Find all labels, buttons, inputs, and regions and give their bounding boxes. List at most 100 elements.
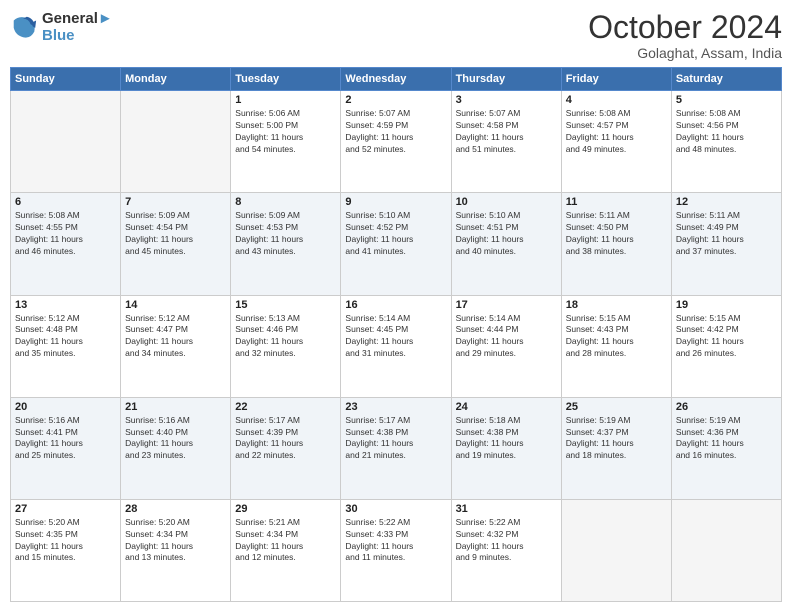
- day-number: 5: [676, 94, 777, 106]
- calendar-week-row: 20 Sunrise: 5:16 AMSunset: 4:41 PMDayligh…: [11, 397, 782, 499]
- header: General► Blue October 2024 Golaghat, Ass…: [10, 10, 782, 61]
- day-number: 8: [235, 196, 336, 208]
- day-info: Sunrise: 5:11 AMSunset: 4:49 PMDaylight:…: [676, 210, 777, 258]
- day-number: 24: [456, 401, 557, 413]
- day-number: 19: [676, 299, 777, 311]
- calendar-table: SundayMondayTuesdayWednesdayThursdayFrid…: [10, 67, 782, 602]
- logo-text: General► Blue: [42, 10, 113, 44]
- day-number: 30: [345, 503, 446, 515]
- day-info: Sunrise: 5:19 AMSunset: 4:36 PMDaylight:…: [676, 415, 777, 463]
- calendar-header-saturday: Saturday: [671, 68, 781, 91]
- calendar-header-tuesday: Tuesday: [231, 68, 341, 91]
- day-info: Sunrise: 5:11 AMSunset: 4:50 PMDaylight:…: [566, 210, 667, 258]
- calendar-cell: 3 Sunrise: 5:07 AMSunset: 4:58 PMDaylight…: [451, 91, 561, 193]
- day-number: 28: [125, 503, 226, 515]
- day-info: Sunrise: 5:09 AMSunset: 4:53 PMDaylight:…: [235, 210, 336, 258]
- day-number: 22: [235, 401, 336, 413]
- day-info: Sunrise: 5:17 AMSunset: 4:39 PMDaylight:…: [235, 415, 336, 463]
- logo: General► Blue: [10, 10, 113, 44]
- day-number: 1: [235, 94, 336, 106]
- day-number: 3: [456, 94, 557, 106]
- day-info: Sunrise: 5:12 AMSunset: 4:47 PMDaylight:…: [125, 313, 226, 361]
- calendar-cell: 26Sunrise: 5:19 AMSunset: 4:36 PMDayligh…: [671, 397, 781, 499]
- day-info: Sunrise: 5:10 AMSunset: 4:52 PMDaylight:…: [345, 210, 446, 258]
- day-number: 23: [345, 401, 446, 413]
- logo-icon: [10, 13, 38, 41]
- calendar-cell: 1 Sunrise: 5:06 AMSunset: 5:00 PMDaylight…: [231, 91, 341, 193]
- calendar-cell: 8 Sunrise: 5:09 AMSunset: 4:53 PMDaylight…: [231, 193, 341, 295]
- calendar-cell: 24 Sunrise: 5:18 AMSunset: 4:38 PMDayligh…: [451, 397, 561, 499]
- month-title: October 2024: [588, 10, 782, 45]
- day-number: 20: [15, 401, 116, 413]
- day-info: Sunrise: 5:15 AMSunset: 4:42 PMDaylight:…: [676, 313, 777, 361]
- calendar-cell: 23 Sunrise: 5:17 AMSunset: 4:38 PMDayligh…: [341, 397, 451, 499]
- calendar-cell: 4 Sunrise: 5:08 AMSunset: 4:57 PMDaylight…: [561, 91, 671, 193]
- calendar-cell: 29Sunrise: 5:21 AMSunset: 4:34 PMDayligh…: [231, 499, 341, 601]
- day-info: Sunrise: 5:08 AMSunset: 4:55 PMDaylight:…: [15, 210, 116, 258]
- calendar-cell: 28 Sunrise: 5:20 AMSunset: 4:34 PMDayligh…: [121, 499, 231, 601]
- day-info: Sunrise: 5:17 AMSunset: 4:38 PMDaylight:…: [345, 415, 446, 463]
- calendar-cell: [121, 91, 231, 193]
- day-info: Sunrise: 5:07 AMSunset: 4:59 PMDaylight:…: [345, 108, 446, 156]
- calendar-cell: 20 Sunrise: 5:16 AMSunset: 4:41 PMDayligh…: [11, 397, 121, 499]
- day-number: 7: [125, 196, 226, 208]
- calendar-cell: [11, 91, 121, 193]
- calendar-cell: 17 Sunrise: 5:14 AMSunset: 4:44 PMDayligh…: [451, 295, 561, 397]
- day-info: Sunrise: 5:06 AMSunset: 5:00 PMDaylight:…: [235, 108, 336, 156]
- day-info: Sunrise: 5:14 AMSunset: 4:44 PMDaylight:…: [456, 313, 557, 361]
- day-number: 17: [456, 299, 557, 311]
- calendar-cell: 11Sunrise: 5:11 AMSunset: 4:50 PMDayligh…: [561, 193, 671, 295]
- calendar-cell: 7Sunrise: 5:09 AMSunset: 4:54 PMDaylight…: [121, 193, 231, 295]
- day-number: 2: [345, 94, 446, 106]
- day-info: Sunrise: 5:15 AMSunset: 4:43 PMDaylight:…: [566, 313, 667, 361]
- calendar-cell: 5 Sunrise: 5:08 AMSunset: 4:56 PMDaylight…: [671, 91, 781, 193]
- day-info: Sunrise: 5:18 AMSunset: 4:38 PMDaylight:…: [456, 415, 557, 463]
- calendar-cell: 15Sunrise: 5:13 AMSunset: 4:46 PMDayligh…: [231, 295, 341, 397]
- calendar-cell: 9 Sunrise: 5:10 AMSunset: 4:52 PMDaylight…: [341, 193, 451, 295]
- calendar-header-friday: Friday: [561, 68, 671, 91]
- calendar-cell: 14 Sunrise: 5:12 AMSunset: 4:47 PMDayligh…: [121, 295, 231, 397]
- day-number: 31: [456, 503, 557, 515]
- day-info: Sunrise: 5:22 AMSunset: 4:32 PMDaylight:…: [456, 517, 557, 565]
- day-info: Sunrise: 5:08 AMSunset: 4:57 PMDaylight:…: [566, 108, 667, 156]
- day-info: Sunrise: 5:16 AMSunset: 4:41 PMDaylight:…: [15, 415, 116, 463]
- day-info: Sunrise: 5:13 AMSunset: 4:46 PMDaylight:…: [235, 313, 336, 361]
- day-info: Sunrise: 5:07 AMSunset: 4:58 PMDaylight:…: [456, 108, 557, 156]
- day-number: 16: [345, 299, 446, 311]
- day-number: 12: [676, 196, 777, 208]
- day-info: Sunrise: 5:12 AMSunset: 4:48 PMDaylight:…: [15, 313, 116, 361]
- calendar-cell: 27Sunrise: 5:20 AMSunset: 4:35 PMDayligh…: [11, 499, 121, 601]
- calendar-cell: 2 Sunrise: 5:07 AMSunset: 4:59 PMDaylight…: [341, 91, 451, 193]
- page: General► Blue October 2024 Golaghat, Ass…: [0, 0, 792, 612]
- calendar-week-row: 6 Sunrise: 5:08 AMSunset: 4:55 PMDaylight…: [11, 193, 782, 295]
- day-number: 13: [15, 299, 116, 311]
- day-number: 6: [15, 196, 116, 208]
- calendar-cell: 16 Sunrise: 5:14 AMSunset: 4:45 PMDayligh…: [341, 295, 451, 397]
- calendar-cell: 10Sunrise: 5:10 AMSunset: 4:51 PMDayligh…: [451, 193, 561, 295]
- calendar-header-thursday: Thursday: [451, 68, 561, 91]
- day-number: 9: [345, 196, 446, 208]
- day-number: 21: [125, 401, 226, 413]
- day-number: 14: [125, 299, 226, 311]
- day-info: Sunrise: 5:14 AMSunset: 4:45 PMDaylight:…: [345, 313, 446, 361]
- title-area: October 2024 Golaghat, Assam, India: [588, 10, 782, 61]
- day-info: Sunrise: 5:08 AMSunset: 4:56 PMDaylight:…: [676, 108, 777, 156]
- day-number: 25: [566, 401, 667, 413]
- day-info: Sunrise: 5:19 AMSunset: 4:37 PMDaylight:…: [566, 415, 667, 463]
- day-number: 4: [566, 94, 667, 106]
- calendar-cell: 18 Sunrise: 5:15 AMSunset: 4:43 PMDayligh…: [561, 295, 671, 397]
- calendar-cell: 12 Sunrise: 5:11 AMSunset: 4:49 PMDayligh…: [671, 193, 781, 295]
- calendar-cell: 13 Sunrise: 5:12 AMSunset: 4:48 PMDayligh…: [11, 295, 121, 397]
- calendar-week-row: 27Sunrise: 5:20 AMSunset: 4:35 PMDayligh…: [11, 499, 782, 601]
- calendar-cell: [671, 499, 781, 601]
- calendar-cell: 21Sunrise: 5:16 AMSunset: 4:40 PMDayligh…: [121, 397, 231, 499]
- calendar-cell: 22 Sunrise: 5:17 AMSunset: 4:39 PMDayligh…: [231, 397, 341, 499]
- day-info: Sunrise: 5:20 AMSunset: 4:34 PMDaylight:…: [125, 517, 226, 565]
- calendar-header-row: SundayMondayTuesdayWednesdayThursdayFrid…: [11, 68, 782, 91]
- calendar-header-monday: Monday: [121, 68, 231, 91]
- day-info: Sunrise: 5:22 AMSunset: 4:33 PMDaylight:…: [345, 517, 446, 565]
- location: Golaghat, Assam, India: [588, 45, 782, 61]
- calendar-cell: 6 Sunrise: 5:08 AMSunset: 4:55 PMDaylight…: [11, 193, 121, 295]
- day-number: 18: [566, 299, 667, 311]
- calendar-cell: 31 Sunrise: 5:22 AMSunset: 4:32 PMDayligh…: [451, 499, 561, 601]
